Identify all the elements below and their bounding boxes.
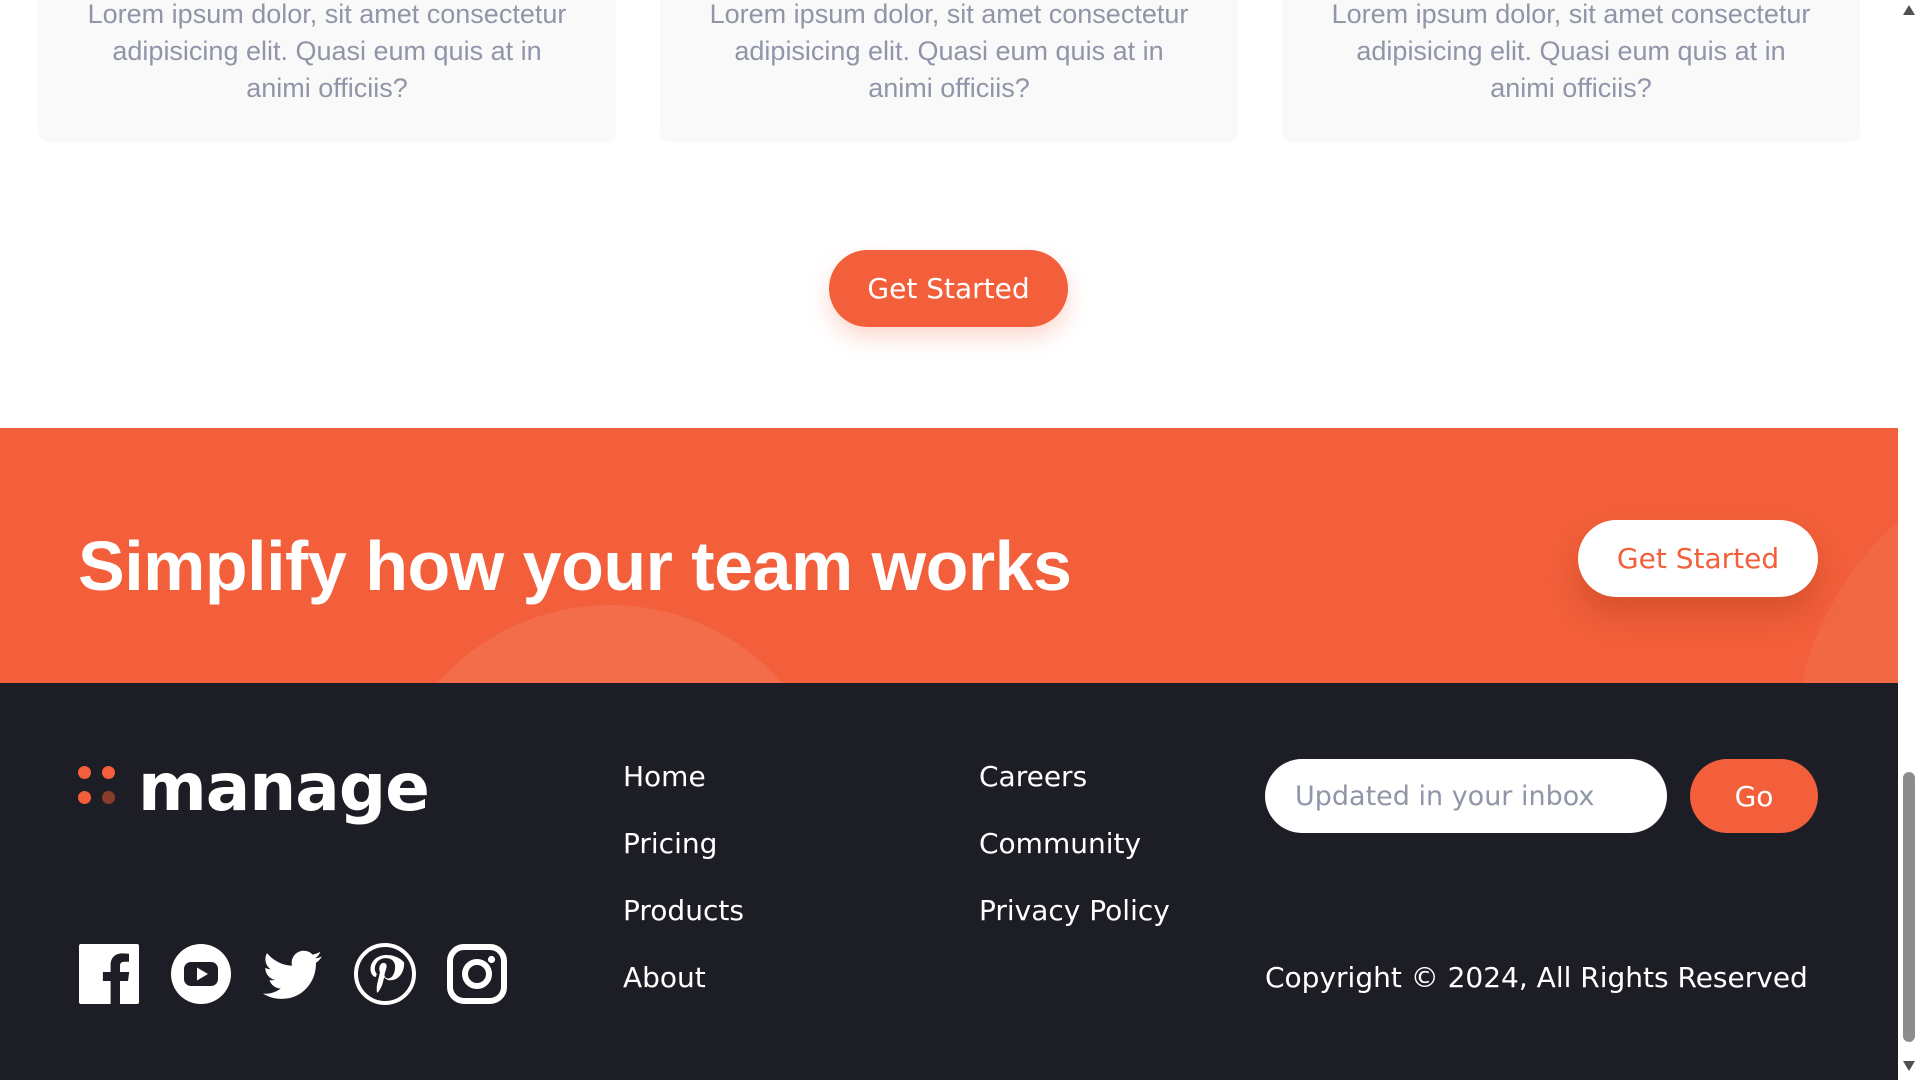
scroll-up-arrow-icon[interactable] [1902, 4, 1916, 16]
scrollbar-thumb[interactable] [1903, 772, 1915, 1042]
get-started-button[interactable]: Get Started [829, 250, 1068, 327]
twitter-icon[interactable] [262, 943, 324, 1005]
instagram-icon[interactable] [446, 943, 508, 1005]
youtube-icon[interactable] [170, 943, 232, 1005]
pinterest-icon[interactable] [354, 943, 416, 1005]
footer-link-products[interactable]: Products [623, 893, 744, 929]
vertical-scrollbar[interactable] [1898, 0, 1920, 1080]
footer-link-community[interactable]: Community [979, 826, 1170, 862]
logo-text: manage [138, 749, 430, 826]
newsletter-email-input[interactable] [1265, 759, 1667, 833]
testimonial-text: Lorem ipsum dolor, sit amet consectetur … [1331, 0, 1811, 103]
newsletter-go-button[interactable]: Go [1690, 759, 1818, 833]
social-links [78, 943, 538, 1005]
footer-link-home[interactable]: Home [623, 759, 744, 795]
footer-link-about[interactable]: About [623, 960, 744, 996]
logo[interactable]: manage [78, 749, 430, 826]
logo-mark-icon [78, 766, 120, 810]
testimonial-card: Lorem ipsum dolor, sit amet consectetur … [660, 0, 1238, 142]
footer: manage Home Pricing Products About Caree… [0, 683, 1898, 1080]
facebook-icon[interactable] [78, 943, 140, 1005]
page: Lorem ipsum dolor, sit amet consectetur … [0, 0, 1898, 1080]
footer-link-privacy-policy[interactable]: Privacy Policy [979, 893, 1170, 929]
decorative-circle [380, 605, 840, 683]
testimonial-text: Lorem ipsum dolor, sit amet consectetur … [709, 0, 1189, 103]
testimonial-card: Lorem ipsum dolor, sit amet consectetur … [38, 0, 616, 142]
cta-banner: Simplify how your team works Get Started [0, 428, 1898, 683]
banner-title: Simplify how your team works [78, 527, 1072, 605]
scroll-down-arrow-icon[interactable] [1902, 1060, 1916, 1072]
footer-link-careers[interactable]: Careers [979, 759, 1170, 795]
footer-nav-primary: Home Pricing Products About [623, 759, 744, 1027]
testimonial-card: Lorem ipsum dolor, sit amet consectetur … [1282, 0, 1860, 142]
copyright-text: Copyright © 2024, All Rights Reserved [1265, 961, 1808, 994]
testimonial-text: Lorem ipsum dolor, sit amet consectetur … [87, 0, 567, 103]
footer-link-pricing[interactable]: Pricing [623, 826, 744, 862]
banner-get-started-button[interactable]: Get Started [1578, 520, 1818, 597]
footer-nav-secondary: Careers Community Privacy Policy [979, 759, 1170, 960]
